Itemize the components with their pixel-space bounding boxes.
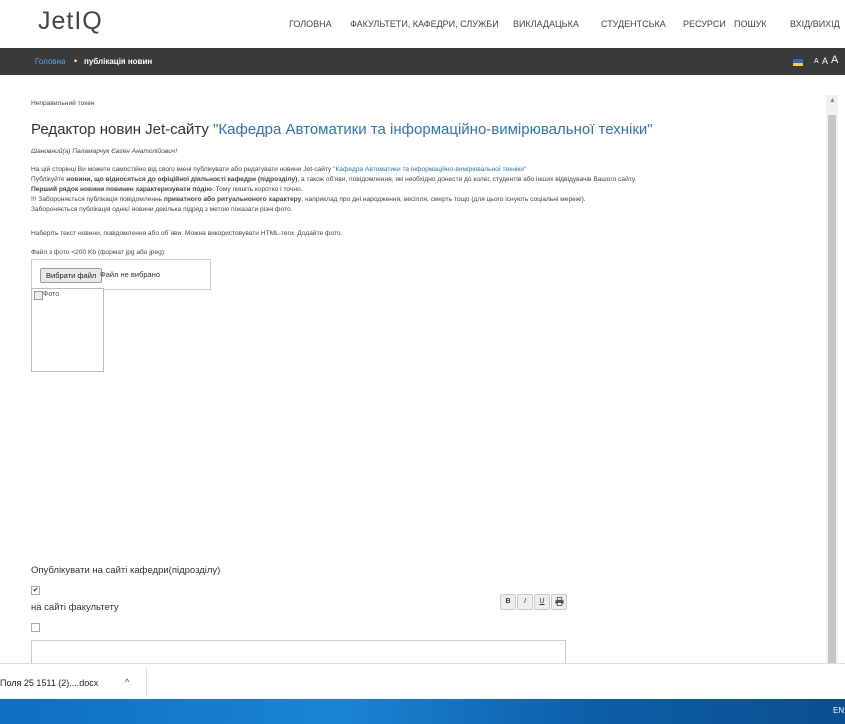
publish-faculty-label: на сайті факультету bbox=[31, 602, 119, 613]
downloads-bar: Поля 25 1511 (2)....docx ^ bbox=[0, 663, 845, 700]
info-line-1: На цій сторінці Ви можете самостійно від… bbox=[31, 166, 527, 173]
print-button[interactable] bbox=[551, 594, 567, 610]
font-size-medium[interactable]: A bbox=[822, 56, 828, 66]
nav-item-home[interactable]: ГОЛОВНА bbox=[289, 19, 332, 29]
photo-alt-text: Фото bbox=[43, 291, 60, 298]
breadcrumb-separator: • bbox=[74, 56, 78, 66]
instruction-text: Наберіть текст новини, повідомлення або … bbox=[31, 230, 343, 237]
info-line-5: Забороняється публікація однієї новини д… bbox=[31, 206, 293, 213]
chevron-up-icon[interactable]: ^ bbox=[125, 677, 129, 687]
font-size-large[interactable]: A bbox=[831, 54, 838, 66]
info-line-2: Публікуйте новини, що відносяться до офі… bbox=[31, 176, 637, 183]
breadcrumb: Головна • публікація новин A A A bbox=[0, 48, 845, 75]
news-text-editor[interactable] bbox=[31, 640, 566, 663]
vertical-scrollbar[interactable]: ▲ bbox=[826, 95, 838, 663]
info-line-4: !!! Забороняється публікація повідомленн… bbox=[31, 196, 586, 203]
nav-item-resources[interactable]: РЕСУРСИ bbox=[683, 19, 726, 29]
nav-item-faculties[interactable]: ФАКУЛЬТЕТИ, КАФЕДРИ, СЛУЖБИ bbox=[350, 19, 499, 29]
news-editor-frame: Неправильний токен Редактор новин Jet-са… bbox=[0, 75, 826, 663]
top-navigation: JetIQ ГОЛОВНА ФАКУЛЬТЕТИ, КАФЕДРИ, СЛУЖБ… bbox=[0, 0, 845, 46]
language-indicator[interactable]: EN bbox=[833, 706, 844, 715]
choose-file-button[interactable]: Вибрати файл bbox=[40, 268, 103, 283]
breadcrumb-current: публікація новин bbox=[84, 57, 153, 66]
windows-taskbar: EN bbox=[0, 699, 845, 724]
download-item[interactable]: Поля 25 1511 (2)....docx bbox=[0, 678, 98, 688]
nav-item-teachers[interactable]: ВИКЛАДАЦЬКА bbox=[513, 19, 579, 29]
breadcrumb-home-link[interactable]: Головна bbox=[35, 57, 65, 66]
file-status-text: Файл не вибрано bbox=[100, 270, 161, 279]
ukrainian-flag-icon[interactable] bbox=[793, 59, 803, 66]
publish-department-label: Опублікувати на сайті кафедри(підрозділу… bbox=[31, 565, 221, 576]
nav-item-students[interactable]: СТУДЕНТСЬКА bbox=[601, 19, 666, 29]
file-upload-box: Вибрати файл Файл не вибрано bbox=[31, 259, 211, 290]
broken-image-icon bbox=[34, 291, 43, 300]
divider bbox=[146, 668, 147, 696]
page-title: Редактор новин Jet-сайту "Кафедра Автома… bbox=[31, 121, 653, 138]
font-size-small[interactable]: A bbox=[814, 58, 819, 65]
nav-item-login[interactable]: ВХІД/ВИХІД bbox=[790, 19, 840, 29]
scroll-up-arrow-icon[interactable]: ▲ bbox=[829, 97, 836, 104]
photo-preview: Фото bbox=[31, 288, 104, 372]
greeting-text: Шановний(а) Паламарчук Євген Анатолійови… bbox=[31, 148, 178, 155]
publish-department-checkbox[interactable]: ✔ bbox=[31, 586, 40, 595]
nav-item-search[interactable]: ПОШУК bbox=[734, 19, 767, 29]
department-title-link[interactable]: "Кафедра Автоматики та інформаційно-вимі… bbox=[213, 121, 653, 138]
scrollbar-thumb[interactable] bbox=[828, 115, 836, 663]
jetiq-logo[interactable]: JetIQ bbox=[38, 7, 103, 36]
print-icon bbox=[554, 597, 564, 606]
file-size-label: Файл з фото <200 Kb (формат jpg або jpeg… bbox=[31, 249, 166, 256]
bold-button[interactable]: B bbox=[500, 594, 516, 610]
italic-button[interactable]: I bbox=[517, 594, 533, 610]
department-link[interactable]: "Кафедра Автоматики та інформаційно-вимі… bbox=[333, 166, 526, 173]
info-line-3: Перший рядок новини повинен характеризув… bbox=[31, 186, 303, 193]
underline-button[interactable]: U bbox=[534, 594, 550, 610]
token-error-text: Неправильний токен bbox=[31, 100, 95, 107]
publish-faculty-checkbox[interactable] bbox=[31, 623, 40, 632]
